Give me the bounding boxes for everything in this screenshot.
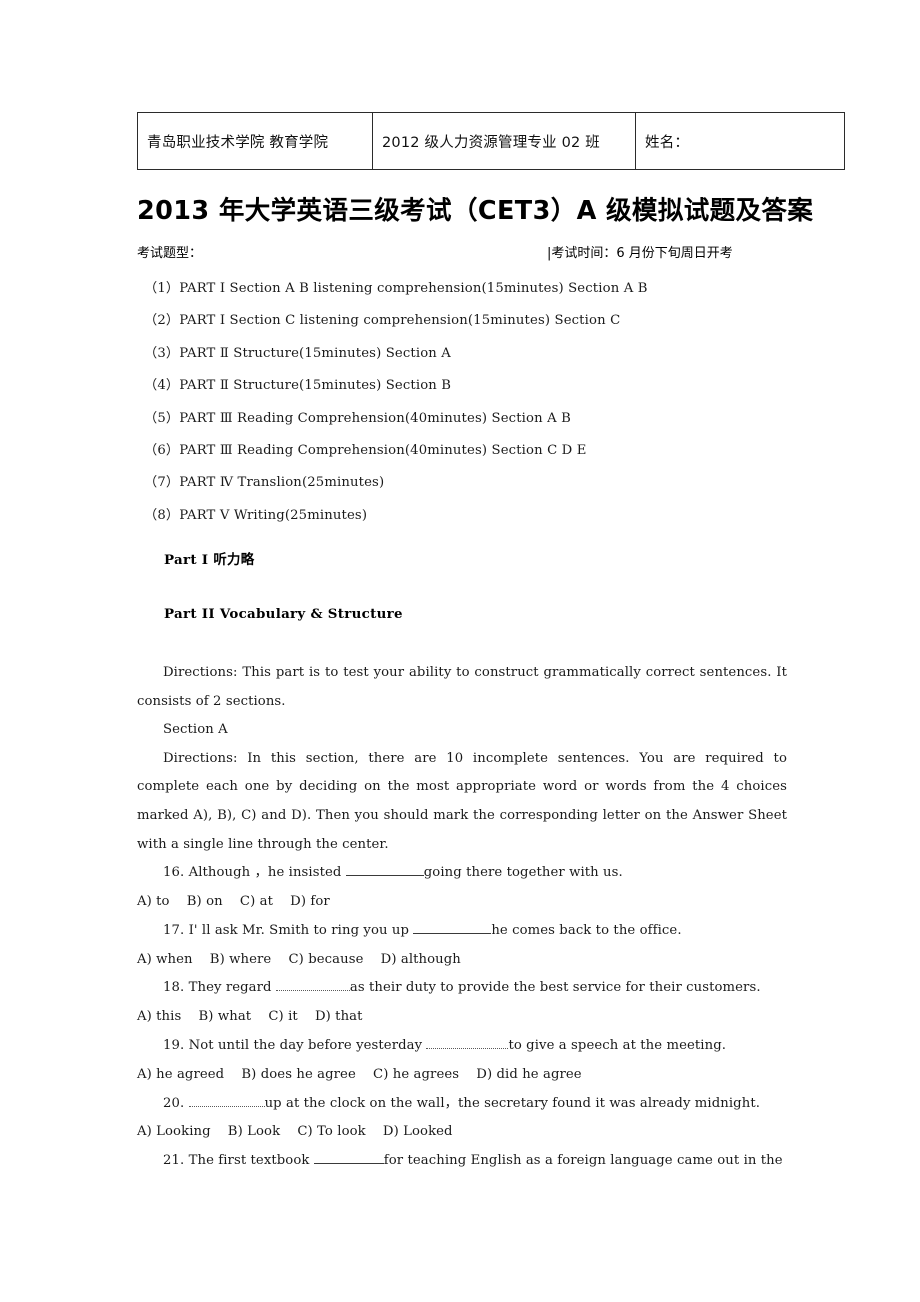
- list-item: （1）PART Ⅰ Section A B listening comprehe…: [144, 281, 648, 296]
- question-number: 17.: [163, 922, 185, 938]
- part-1-heading: Part Ⅰ 听力略: [164, 552, 255, 568]
- list-item: （6）PART Ⅲ Reading Comprehension(40minute…: [144, 443, 587, 459]
- exam-body: Part Ⅰ 听力略 Part ⅠⅠ Vocabulary & Structur…: [137, 548, 787, 1176]
- question-number: 16.: [163, 865, 185, 881]
- question-19-stem: 19. Not until the day before yesterday t…: [163, 1032, 787, 1061]
- answer-blank[interactable]: [313, 1163, 384, 1165]
- directions-section-a: Directions: In this section, there are 1…: [137, 750, 787, 852]
- question-text-before: Although ，he insisted: [188, 865, 342, 881]
- question-text-before: Not until the day before yesterday: [188, 1037, 423, 1053]
- question-text-after: as their duty to provide the best servic…: [349, 980, 761, 996]
- header-info-table: 青岛职业技术学院 教育学院 2012 级人力资源管理专业 02 班 姓名：: [137, 112, 845, 170]
- question-text-after: going there together with us.: [423, 865, 623, 881]
- header-cell-school: 青岛职业技术学院 教育学院: [137, 112, 373, 170]
- table-row: 青岛职业技术学院 教育学院 2012 级人力资源管理专业 02 班 姓名：: [137, 112, 845, 170]
- question-number: 20.: [163, 1095, 185, 1111]
- question-18-options[interactable]: A) this B) what C) it D) that: [137, 1003, 787, 1032]
- exam-parts-list: （1）PART Ⅰ Section A B listening comprehe…: [144, 273, 794, 532]
- question-20-stem: 20. up at the clock on the wall，the secr…: [163, 1090, 787, 1119]
- answer-blank[interactable]: [275, 990, 350, 992]
- question-text-before: I' ll ask Mr. Smith to ring you up: [188, 922, 410, 938]
- page-title: 2013 年大学英语三级考试（CET3）A 级模拟试题及答案: [137, 196, 814, 226]
- question-17-options[interactable]: A) when B) where C) because D) although: [137, 946, 787, 975]
- list-item: （3）PART Ⅱ Structure(15minutes) Section A: [144, 345, 451, 361]
- answer-blank[interactable]: [413, 932, 492, 934]
- question-21-stem: 21. The first textbook for teaching Engl…: [163, 1147, 787, 1176]
- question-text-after: to give a speech at the meeting.: [508, 1037, 727, 1053]
- question-18-stem: 18. They regard as their duty to provide…: [163, 974, 787, 1003]
- section-a-label: Section A: [163, 722, 228, 738]
- document-page: 青岛职业技术学院 教育学院 2012 级人力资源管理专业 02 班 姓名： 20…: [0, 0, 920, 1302]
- answer-blank[interactable]: [426, 1047, 509, 1049]
- question-number: 21.: [163, 1153, 185, 1169]
- answer-blank[interactable]: [345, 875, 424, 877]
- list-item: （2）PART Ⅰ Section C listening comprehens…: [144, 313, 621, 329]
- question-text-after: he comes back to the office.: [491, 922, 682, 938]
- answer-blank[interactable]: [188, 1105, 265, 1107]
- directions-part2: Directions: This part is to test your ab…: [137, 665, 787, 709]
- list-item: （4）PART Ⅱ Structure(15minutes) Section B: [144, 378, 452, 394]
- exam-type-label: 考试题型：: [137, 246, 203, 261]
- question-number: 19.: [163, 1037, 185, 1053]
- question-list: 16. Although ，he insisted going there to…: [137, 859, 787, 1176]
- list-item: （5）PART Ⅲ Reading Comprehension(40minute…: [144, 410, 571, 426]
- header-cell-name: 姓名：: [635, 112, 845, 170]
- list-item: （7）PART Ⅳ Translion(25minutes): [144, 475, 385, 491]
- question-16-options[interactable]: A) to B) on C) at D) for: [137, 888, 787, 917]
- exam-time-label: |考试时间：6 月份下旬周日开考: [547, 246, 733, 261]
- question-text-after: for teaching English as a foreign langua…: [383, 1153, 783, 1169]
- question-text-before: They regard: [188, 980, 272, 996]
- list-item: （8）PART Ⅴ Writing(25minutes): [144, 507, 368, 523]
- question-number: 18.: [163, 980, 185, 996]
- header-cell-class: 2012 级人力资源管理专业 02 班: [372, 112, 636, 170]
- part-2-heading: Part ⅠⅠ Vocabulary & Structure: [164, 606, 403, 622]
- question-text-before: The first textbook: [188, 1153, 310, 1169]
- question-20-options[interactable]: A) Looking B) Look C) To look D) Looked: [137, 1118, 787, 1147]
- question-16-stem: 16. Although ，he insisted going there to…: [163, 859, 787, 888]
- question-text-after: up at the clock on the wall，the secretar…: [264, 1095, 761, 1111]
- question-19-options[interactable]: A) he agreed B) does he agree C) he agre…: [137, 1061, 787, 1090]
- question-17-stem: 17. I' ll ask Mr. Smith to ring you up h…: [163, 917, 787, 946]
